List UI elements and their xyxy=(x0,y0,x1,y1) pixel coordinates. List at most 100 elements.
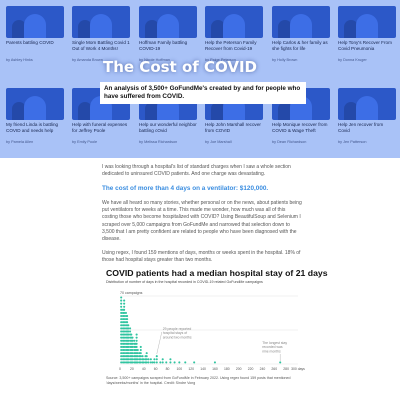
campaign-author: by Melissa Richardson xyxy=(139,140,178,144)
campaign-title: Help our wonderful neighbor battling cOv… xyxy=(139,122,197,133)
campaign-title: Help Carlos & her family as she fights f… xyxy=(272,40,328,51)
campaign-title: Help with funeral expenses for Jeffrey P… xyxy=(72,122,128,133)
data-dot xyxy=(184,361,187,364)
data-dot xyxy=(123,302,126,305)
hero-banner: Parents battling COVID by Ashley Hinks Sin… xyxy=(0,0,400,158)
data-dot xyxy=(136,348,139,352)
data-dot xyxy=(135,342,138,345)
data-dot xyxy=(141,355,144,358)
data-dot xyxy=(127,324,130,327)
x-tick-label: 260 xyxy=(271,367,277,371)
campaign-title: Hoffman Family battling COVID-19 xyxy=(139,40,188,51)
data-dot xyxy=(178,361,181,364)
x-tick-label: 200 xyxy=(236,367,242,371)
campaign-author: by Jen Patterson xyxy=(338,140,367,144)
campaign-author: by Pamela Allen xyxy=(6,140,34,144)
campaign-title: Help Jen recover from Covid xyxy=(338,122,384,133)
x-tick-label: 280 xyxy=(283,367,289,371)
data-dot xyxy=(135,345,138,348)
x-tick-label: 140 xyxy=(200,367,206,371)
x-tick-label: 180 xyxy=(224,367,230,371)
campaign-card[interactable]: Help Tony's Recover From Covid Pneumonia… xyxy=(338,6,396,81)
data-dot xyxy=(124,311,127,314)
chart-annotation: 29 people reported hospital stays of aroun… xyxy=(163,327,192,339)
data-dot xyxy=(131,336,134,339)
data-dot xyxy=(139,352,142,355)
chart-container: COVID patients had a median hospital sta… xyxy=(106,268,328,398)
x-tick-label: 240 xyxy=(260,367,266,371)
data-dot xyxy=(279,361,282,364)
chart-subtitle: Distribution of number of days in the ho… xyxy=(106,280,263,284)
data-dot xyxy=(169,358,172,361)
data-dot xyxy=(120,299,123,302)
campaign-title: Help Tony's Recover From Covid Pneumonia xyxy=(338,40,392,51)
campaign-photo xyxy=(338,6,396,38)
data-dot xyxy=(169,361,172,364)
chart-source: Source: 3,500+ campaigns scraped from Go… xyxy=(106,376,291,385)
data-dot xyxy=(123,299,126,302)
data-dot xyxy=(147,358,150,361)
data-dot xyxy=(153,361,156,364)
data-dot xyxy=(120,305,123,308)
y-axis-label: 70 campaigns xyxy=(120,291,143,295)
campaign-title: Single Mom Battling Covid 1 Out of Work … xyxy=(72,40,130,51)
campaign-photo xyxy=(6,6,64,38)
campaign-author: by Holly Brown xyxy=(272,58,298,62)
pull-quote: The cost of more than 4 days on a ventil… xyxy=(102,184,269,192)
x-tick-label: 20 xyxy=(130,367,134,371)
campaign-photo xyxy=(6,88,64,120)
campaign-photo xyxy=(338,88,396,120)
data-dot xyxy=(193,361,196,364)
page-subtitle: An analysis of 3,500+ GoFundMe's created… xyxy=(100,82,306,104)
x-tick-label: 0 xyxy=(119,367,121,371)
x-tick-label: 60 xyxy=(154,367,158,371)
data-dot xyxy=(161,358,164,361)
data-dot xyxy=(126,321,129,324)
page-title: The Cost of COVID xyxy=(103,58,257,76)
article-paragraph: Using regex, I found 159 mentions of day… xyxy=(102,249,301,263)
campaign-title: Help the Peterson Family Recover from Co… xyxy=(205,40,257,51)
data-dot xyxy=(120,296,123,299)
campaign-card[interactable]: Help Jen recover from Covid by Jen Patter… xyxy=(338,88,396,158)
chart-annotation: The longest stay recorded was nine months xyxy=(262,341,287,353)
x-tick-label: 100 xyxy=(176,367,182,371)
campaign-card[interactable]: Help Carlos & her family as she fights f… xyxy=(272,6,330,81)
annotation-leader xyxy=(156,331,162,355)
campaign-card[interactable]: My friend Linda is battling COVID and ne… xyxy=(6,88,64,158)
data-dot xyxy=(149,358,152,361)
campaign-author: by Dean Richardson xyxy=(272,140,307,144)
data-dot xyxy=(126,318,129,321)
campaign-author: by Ashley Hinks xyxy=(6,58,33,62)
data-dot xyxy=(153,358,156,361)
article-paragraph: I was looking through a hospital's list … xyxy=(102,164,291,178)
data-dot xyxy=(139,348,142,352)
data-dot xyxy=(213,361,216,364)
data-dot xyxy=(123,305,126,308)
x-tick-label: 220 xyxy=(248,367,254,371)
data-dot xyxy=(123,308,126,311)
campaign-card[interactable]: Parents battling COVID by Ashley Hinks xyxy=(6,6,64,81)
data-dot xyxy=(135,336,138,339)
campaign-title: My friend Linda is battling COVID and ne… xyxy=(6,122,59,133)
campaign-title: Help John Marshall recover from COVID xyxy=(205,122,261,133)
data-dot xyxy=(155,358,158,361)
campaign-title: Parents battling COVID xyxy=(6,40,54,45)
data-dot xyxy=(145,355,148,358)
campaign-photo xyxy=(72,6,130,38)
data-dot xyxy=(161,361,164,364)
campaign-author: by Joe Marshall xyxy=(205,140,232,144)
campaign-author: by Donna Kruger xyxy=(338,58,367,62)
article-body: I was looking through a hospital's list … xyxy=(102,164,302,270)
data-dot xyxy=(165,361,168,364)
data-dot xyxy=(126,314,129,318)
x-tick-label: 80 xyxy=(166,367,170,371)
campaign-author: by Emily Poole xyxy=(72,140,98,144)
chart-title: COVID patients had a median hospital sta… xyxy=(106,268,328,278)
data-dot xyxy=(135,333,138,336)
data-dot xyxy=(139,345,142,348)
dot-histogram: 70 campaigns 0 20 40 60 80 100 120 140 160 180 200 2… xyxy=(119,291,305,371)
data-dot xyxy=(120,302,123,305)
campaign-photo xyxy=(272,6,330,38)
x-tick-label: 300 days xyxy=(291,367,305,371)
x-tick-label: 120 xyxy=(188,367,194,371)
